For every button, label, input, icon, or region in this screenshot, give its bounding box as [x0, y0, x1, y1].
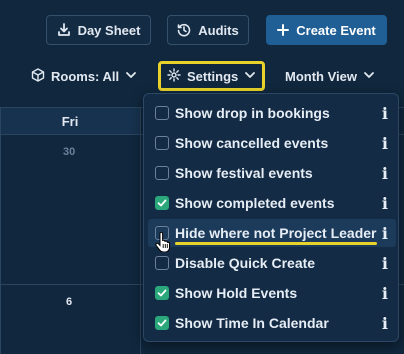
checkbox-unchecked[interactable]: [155, 166, 169, 180]
checkbox-checked[interactable]: [155, 316, 169, 330]
rooms-label: Rooms: All: [51, 68, 120, 84]
settings-menu-item[interactable]: Show Time In Calendar i: [148, 309, 396, 337]
rooms-filter[interactable]: Rooms: All: [31, 63, 137, 89]
settings-menu-item[interactable]: Show festival events i: [148, 159, 396, 187]
info-icon[interactable]: i: [382, 134, 388, 153]
settings-menu-item-label: Show festival events: [175, 165, 313, 181]
settings-menu-item-label: Show completed events: [175, 195, 335, 211]
settings-menu-item[interactable]: Show cancelled events i: [148, 129, 396, 157]
calendar-column-divider: [140, 107, 141, 354]
cube-icon: [31, 67, 45, 85]
settings-menu-item[interactable]: Show completed events i: [148, 189, 396, 217]
download-icon: [57, 23, 71, 37]
checkbox-checked[interactable]: [155, 286, 169, 300]
chevron-down-icon: [244, 69, 256, 84]
settings-menu-item[interactable]: Show Hold Events i: [148, 279, 396, 307]
view-label: Month View: [285, 68, 357, 84]
day-sheet-label: Day Sheet: [77, 22, 141, 38]
settings-button[interactable]: Settings: [158, 61, 266, 91]
checkbox-unchecked[interactable]: [155, 136, 169, 150]
settings-menu-item-label: Disable Quick Create: [175, 255, 316, 271]
history-icon: [177, 23, 191, 37]
settings-menu-item-label: Show cancelled events: [175, 135, 329, 151]
plus-icon: [277, 24, 290, 36]
info-icon[interactable]: i: [382, 194, 388, 213]
day-header-fri: Fri: [0, 108, 140, 134]
info-icon[interactable]: i: [382, 284, 388, 303]
info-icon[interactable]: i: [382, 314, 388, 333]
settings-menu-item-label: Hide where not Project Leader: [175, 225, 377, 241]
hand-cursor-icon: [155, 231, 171, 257]
audits-label: Audits: [198, 22, 239, 38]
create-event-label: Create Event: [296, 22, 376, 38]
day-sheet-button[interactable]: Day Sheet: [46, 15, 151, 45]
audits-button[interactable]: Audits: [167, 15, 249, 45]
info-icon[interactable]: i: [382, 104, 388, 123]
settings-menu-item-label: Show drop in bookings: [175, 105, 330, 121]
chevron-down-icon: [125, 69, 137, 84]
info-icon[interactable]: i: [382, 164, 388, 183]
date-cell-30[interactable]: 30: [63, 146, 75, 158]
settings-menu-item[interactable]: Disable Quick Create i: [148, 249, 396, 277]
gear-icon: [167, 67, 181, 85]
view-selector[interactable]: Month View: [285, 63, 375, 89]
settings-menu-item-label: Show Hold Events: [175, 285, 298, 301]
chevron-down-icon: [363, 69, 375, 84]
highlight-underline: [175, 242, 377, 245]
settings-label: Settings: [187, 68, 239, 84]
create-event-button[interactable]: Create Event: [266, 15, 387, 45]
info-icon[interactable]: i: [382, 254, 388, 273]
settings-menu-item-label: Show Time In Calendar: [175, 315, 329, 331]
checkbox-checked[interactable]: [155, 196, 169, 210]
settings-menu-item[interactable]: Show drop in bookings i: [148, 99, 396, 127]
checkbox-unchecked[interactable]: [155, 106, 169, 120]
info-icon[interactable]: i: [382, 224, 388, 243]
checkbox-unchecked[interactable]: [155, 256, 169, 270]
date-cell-6[interactable]: 6: [66, 296, 72, 308]
calendar-column-divider-left: [0, 107, 1, 354]
settings-dropdown: Show drop in bookings i Show cancelled eve…: [143, 93, 399, 342]
